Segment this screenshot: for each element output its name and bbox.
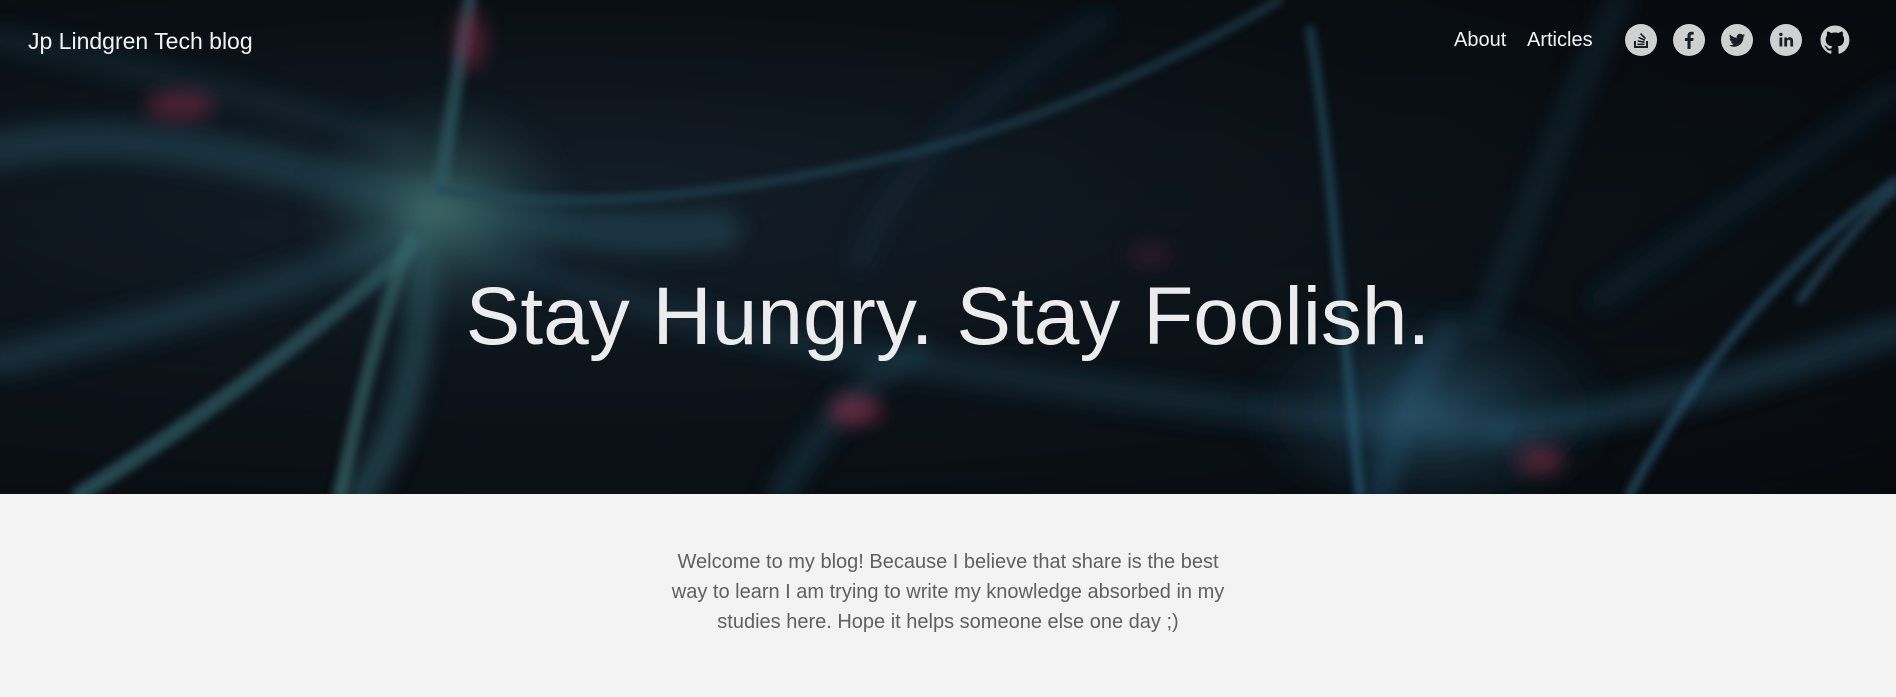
linkedin-icon[interactable]	[1770, 24, 1802, 56]
hero-banner: Jp Lindgren Tech blog About Articles Sta…	[0, 0, 1896, 494]
hero-headline: Stay Hungry. Stay Foolish.	[465, 271, 1431, 362]
twitter-icon[interactable]	[1721, 24, 1753, 56]
site-brand-link[interactable]: Jp Lindgren Tech blog	[28, 28, 253, 55]
top-navigation-bar: Jp Lindgren Tech blog About Articles	[0, 0, 1896, 82]
nav-link-articles[interactable]: Articles	[1527, 29, 1593, 52]
facebook-icon[interactable]	[1673, 24, 1705, 56]
welcome-intro-text: Welcome to my blog! Because I believe th…	[671, 551, 1225, 633]
github-icon[interactable]	[1819, 24, 1851, 56]
nav-link-about[interactable]: About	[1454, 29, 1506, 52]
stackoverflow-icon[interactable]	[1625, 24, 1657, 56]
